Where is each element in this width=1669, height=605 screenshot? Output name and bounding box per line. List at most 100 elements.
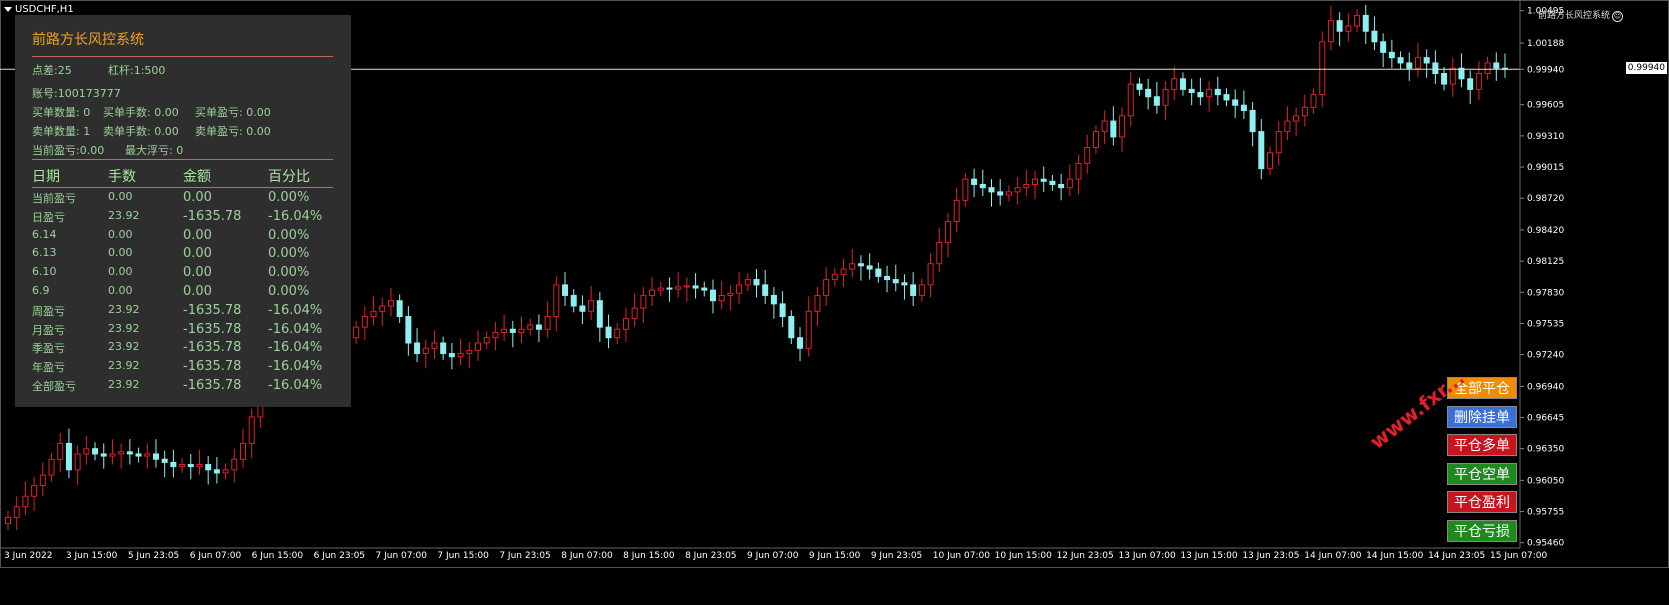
candle-body	[379, 305, 386, 312]
candle-body	[1162, 88, 1169, 106]
table-cell: -1635.78	[183, 321, 242, 337]
x-tick-label: 13 Jun 15:00	[1180, 551, 1237, 561]
table-cell: 23.92	[108, 378, 140, 391]
x-tick-label: 5 Jun 23:05	[128, 551, 179, 561]
action-button-2[interactable]: 平仓多单	[1447, 434, 1517, 456]
candle-body	[483, 337, 490, 344]
candle-body	[387, 300, 394, 307]
symbol-label[interactable]: USDCHF,H1	[4, 4, 74, 15]
table-cell: -16.04%	[268, 359, 323, 375]
candle-body	[953, 199, 960, 222]
y-tick-label: 0.96645	[1527, 413, 1564, 423]
candle-body	[840, 268, 847, 275]
candle-body	[1223, 94, 1230, 101]
candle-body	[1101, 120, 1108, 133]
table-cell: 周盈亏	[32, 304, 65, 318]
candle-body	[788, 316, 795, 339]
candle-body	[414, 342, 421, 355]
candle-body	[1371, 30, 1378, 43]
table-cell: 6.14	[32, 227, 57, 241]
candle-body	[187, 464, 194, 468]
candle-body	[1301, 106, 1308, 117]
candle-body	[675, 286, 682, 290]
table-cell: 当前盈亏	[32, 192, 76, 205]
x-tick-label: 12 Jun 23:05	[1057, 551, 1114, 561]
candle-body	[361, 316, 368, 328]
candle-body	[501, 328, 508, 333]
candle-body	[770, 294, 777, 305]
candle-body	[222, 469, 229, 474]
sell-profit-text: 卖单盈亏: 0.00	[195, 125, 271, 138]
candle-body	[509, 328, 516, 333]
candle-body	[1327, 20, 1334, 43]
candle-body	[1414, 57, 1421, 69]
panel-title: 前路方长风控系统	[32, 32, 144, 48]
candle-body	[744, 279, 751, 286]
candle-body	[1310, 94, 1317, 108]
table-cell: 月盈亏	[32, 323, 65, 337]
table-cell: 23.92	[108, 340, 140, 354]
candle-body	[901, 282, 908, 286]
action-button-1[interactable]: 删除挂单	[1447, 405, 1517, 428]
candle-body	[1171, 78, 1178, 90]
x-tick-label: 14 Jun 23:05	[1428, 551, 1485, 561]
candle-body	[1423, 57, 1430, 64]
table-cell: 0.00	[183, 227, 212, 243]
max-float-text: 最大浮亏: 0	[125, 144, 184, 157]
candle-body	[814, 294, 821, 312]
candle-body	[1127, 83, 1134, 117]
candle-body	[570, 294, 577, 307]
candle-body	[22, 495, 29, 508]
candle-body	[1345, 25, 1352, 32]
y-tick-label: 0.95460	[1527, 539, 1564, 549]
table-cell: 23.92	[108, 302, 140, 316]
action-button-5[interactable]: 平仓亏损	[1447, 519, 1517, 542]
smiley-icon[interactable]: ☺	[1612, 11, 1623, 22]
candle-body	[649, 289, 656, 296]
x-tick-label: 9 Jun 15:00	[809, 551, 861, 561]
candle-body	[1188, 88, 1195, 94]
table-cell: 0.00	[183, 190, 212, 205]
divider	[32, 159, 333, 160]
candle-body	[13, 506, 20, 518]
candle-body	[657, 287, 664, 291]
candle-body	[1441, 73, 1448, 85]
candle-body	[1023, 183, 1030, 189]
table-cell: 6.13	[32, 246, 57, 260]
table-cell: 0.00%	[268, 190, 310, 205]
y-tick-label: 0.97830	[1527, 288, 1564, 298]
spread-text: 点差:25	[32, 64, 72, 77]
x-tick-label: 6 Jun 15:00	[252, 551, 304, 561]
candle-body	[370, 310, 377, 318]
table-cell: 0.00	[183, 246, 212, 262]
candle-body	[5, 516, 11, 525]
table-cell: -16.04%	[268, 378, 323, 393]
candle-body	[936, 242, 943, 265]
candle-body	[1380, 41, 1387, 53]
y-tick-label: 0.96350	[1527, 445, 1564, 455]
candle-body	[1293, 115, 1300, 122]
x-tick-label: 3 Jun 15:00	[66, 551, 118, 561]
candle-body	[1206, 88, 1213, 98]
candle-body	[126, 451, 133, 455]
candle-body	[1475, 73, 1482, 90]
dropdown-triangle-icon[interactable]	[4, 6, 12, 12]
candle-body	[1040, 178, 1047, 182]
candle-body	[1284, 120, 1291, 133]
buy-lots-text: 买单手数: 0.00	[103, 106, 179, 119]
candle-body	[823, 279, 830, 296]
x-tick-label: 10 Jun 07:00	[933, 551, 990, 561]
ea-label: 前路方长风控系统 ☺	[1537, 11, 1623, 22]
action-button-4[interactable]: 平仓盈利	[1447, 491, 1517, 513]
table-cell: -1635.78	[183, 340, 242, 356]
table-cell: 6.10	[32, 265, 57, 279]
candle-body	[161, 458, 168, 463]
table-cell: -1635.78	[183, 208, 242, 224]
action-button-3[interactable]: 平仓空单	[1447, 462, 1517, 485]
candle-body	[988, 187, 995, 193]
x-tick-label: 7 Jun 23:05	[499, 551, 550, 561]
risk-panel: 前路方长风控系统 点差:25 杠杆:1:500 账号:100173777 买单数…	[15, 15, 351, 407]
table-cell: 23.92	[108, 208, 140, 222]
candle-body	[692, 285, 699, 289]
candle-body	[1014, 187, 1021, 193]
